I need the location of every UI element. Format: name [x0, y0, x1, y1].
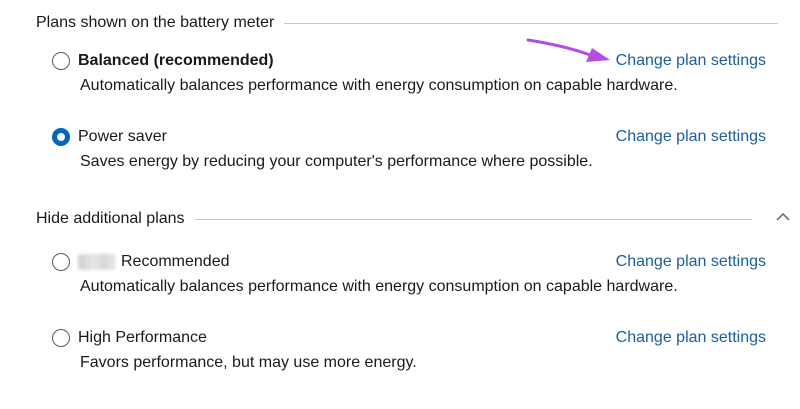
plan-balanced-description: Automatically balances performance with … — [80, 77, 678, 94]
plan-power-saver-name[interactable]: Power saver — [78, 128, 167, 146]
plan-high-performance-name[interactable]: High Performance — [78, 329, 207, 347]
plan-balanced-radio[interactable] — [52, 52, 70, 70]
plan-high-performance-change-settings-link[interactable]: Change plan settings — [616, 329, 766, 347]
header-divider — [284, 22, 778, 24]
arrow-pointer-icon — [526, 38, 610, 62]
plan-high-performance-description: Favors performance, but may use more ene… — [80, 354, 417, 371]
battery-plans-header-label: Plans shown on the battery meter — [36, 14, 275, 31]
additional-plans-header[interactable]: Hide additional plans — [36, 208, 752, 230]
plan-power-saver-description: Saves energy by reducing your computer's… — [80, 153, 593, 170]
plan-oem-recommended-name[interactable]: Recommended — [121, 253, 230, 271]
plan-power-saver-change-settings-link[interactable]: Change plan settings — [616, 128, 766, 146]
plan-oem-recommended: Recommended Change plan settings Automat… — [52, 250, 766, 300]
header-divider — [194, 218, 752, 220]
plan-oem-recommended-radio[interactable] — [52, 253, 70, 271]
additional-plans-header-label: Hide additional plans — [36, 210, 185, 227]
plan-power-saver: Power saver Change plan settings Saves e… — [52, 125, 766, 175]
plan-power-saver-radio[interactable] — [52, 128, 70, 146]
plan-oem-recommended-change-settings-link[interactable]: Change plan settings — [616, 253, 766, 271]
battery-plans-header: Plans shown on the battery meter — [36, 12, 778, 34]
plan-oem-recommended-description: Automatically balances performance with … — [80, 278, 678, 295]
plan-balanced-change-settings-link[interactable]: Change plan settings — [616, 52, 766, 70]
plan-high-performance-radio[interactable] — [52, 329, 70, 347]
chevron-up-icon[interactable] — [776, 211, 790, 223]
plan-balanced: Balanced (recommended) Change plan setti… — [52, 49, 766, 99]
plan-high-performance: High Performance Change plan settings Fa… — [52, 326, 766, 376]
redacted-brand-name — [78, 254, 116, 270]
plan-balanced-name[interactable]: Balanced (recommended) — [78, 52, 274, 70]
